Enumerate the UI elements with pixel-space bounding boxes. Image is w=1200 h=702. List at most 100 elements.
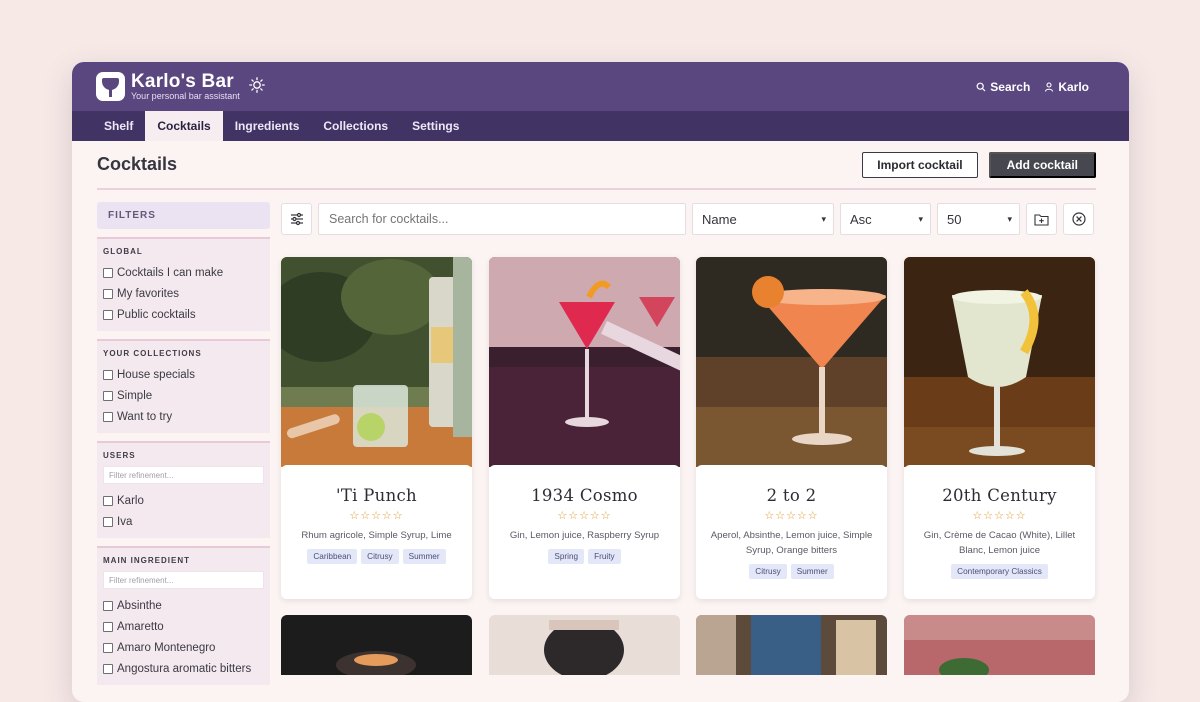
filters-heading[interactable]: FILTERS: [97, 202, 270, 229]
filter-group-title: GLOBAL: [103, 247, 143, 256]
card-body: 'Ti Punch ☆☆☆☆☆ Rhum agricole, Simple Sy…: [281, 465, 472, 599]
tag-badge[interactable]: Caribbean: [307, 549, 358, 564]
filter-group-title: USERS: [103, 451, 136, 460]
ingredient-list: Gin, Lemon juice, Raspberry Syrup: [509, 530, 660, 541]
tag-badge[interactable]: Citrusy: [749, 564, 787, 579]
tag-badge[interactable]: Fruity: [588, 549, 621, 564]
filter-option-label: My favorites: [117, 287, 179, 300]
filter-group-title: YOUR COLLECTIONS: [103, 349, 202, 358]
filter-toggle-button[interactable]: [281, 203, 312, 235]
rating-stars: ☆☆☆☆☆: [557, 510, 612, 522]
import-cocktail-button[interactable]: Import cocktail: [862, 151, 978, 178]
checkbox[interactable]: [103, 309, 113, 320]
cocktail-image: [904, 257, 1095, 467]
checkbox[interactable]: [103, 267, 113, 278]
users-refinement-input[interactable]: Filter refinement...: [103, 466, 264, 484]
ingredient-list: Gin, Crème de Cacao (White), Lillet Blan…: [923, 530, 1076, 556]
cocktail-name[interactable]: 2 to 2: [696, 486, 887, 505]
ingredient-list: Aperol, Absinthe, Lemon juice, Simple Sy…: [710, 530, 873, 556]
brand: Karlo's Bar Your personal bar assistant: [131, 72, 240, 101]
checkbox[interactable]: [103, 288, 113, 299]
tab-collections[interactable]: Collections: [311, 111, 400, 141]
checkbox[interactable]: [103, 411, 113, 422]
filter-option[interactable]: Simple: [103, 385, 264, 406]
filter-option-label: Absinthe: [117, 599, 162, 612]
filter-option[interactable]: Want to try: [103, 406, 264, 427]
tab-ingredients[interactable]: Ingredients: [223, 111, 312, 141]
per-page-value: 50: [947, 211, 962, 227]
cocktail-card[interactable]: [489, 615, 680, 675]
search-label: Search: [990, 79, 1031, 94]
app-subtitle: Your personal bar assistant: [131, 91, 240, 101]
cocktail-name[interactable]: 20th Century: [904, 486, 1095, 505]
app-title[interactable]: Karlo's Bar: [131, 72, 240, 91]
tag-badge[interactable]: Contemporary Classics: [951, 564, 1048, 579]
checkbox[interactable]: [103, 390, 113, 401]
cocktail-card[interactable]: 1934 Cosmo ☆☆☆☆☆ Gin, Lemon juice, Raspb…: [489, 257, 680, 599]
filter-group-title: MAIN INGREDIENT: [103, 556, 190, 565]
tab-cocktails[interactable]: Cocktails: [145, 111, 223, 141]
checkbox[interactable]: [103, 642, 113, 653]
filter-option[interactable]: My favorites: [103, 283, 264, 304]
cocktail-image: [696, 257, 887, 467]
filter-option[interactable]: Amaro Montenegro: [103, 637, 264, 658]
clear-filters-button[interactable]: [1063, 203, 1094, 235]
cocktail-card[interactable]: 20th Century ☆☆☆☆☆ Gin, Crème de Cacao (…: [904, 257, 1095, 599]
sliders-icon: [290, 212, 303, 226]
top-bar: Karlo's Bar Your personal bar assistant …: [72, 62, 1129, 111]
search-icon: [976, 82, 986, 91]
checkbox[interactable]: [103, 516, 113, 527]
cocktail-card[interactable]: [904, 615, 1095, 675]
cocktail-image: [489, 615, 680, 675]
checkbox[interactable]: [103, 600, 113, 611]
cocktail-image: [281, 257, 472, 467]
filter-option[interactable]: Karlo: [103, 490, 264, 511]
cocktail-card[interactable]: 2 to 2 ☆☆☆☆☆ Aperol, Absinthe, Lemon jui…: [696, 257, 887, 599]
tag-badge[interactable]: Summer: [402, 549, 446, 564]
add-cocktail-button[interactable]: Add cocktail: [988, 151, 1096, 178]
cocktail-toolbar: Name ▾ Asc ▾ 50 ▾: [281, 203, 1096, 235]
search-input[interactable]: [318, 203, 686, 235]
filter-option-label: Karlo: [117, 494, 144, 507]
page-header: Cocktails Import cocktail Add cocktail: [97, 141, 1096, 190]
filter-option[interactable]: Absinthe: [103, 595, 264, 616]
ingredient-list: Rhum agricole, Simple Syrup, Lime: [301, 530, 452, 541]
checkbox[interactable]: [103, 621, 113, 632]
rating-stars: ☆☆☆☆☆: [972, 510, 1027, 522]
filter-group-global: GLOBAL Cocktails I can make My favorites…: [97, 237, 270, 331]
card-body: 20th Century ☆☆☆☆☆ Gin, Crème de Cacao (…: [904, 465, 1095, 599]
filter-option-label: Simple: [117, 389, 153, 402]
tag-badge[interactable]: Citrusy: [361, 549, 399, 564]
page-title: Cocktails: [97, 154, 178, 174]
user-link[interactable]: Karlo: [1044, 80, 1089, 94]
tab-settings[interactable]: Settings: [400, 111, 471, 141]
sort-field-select[interactable]: Name ▾: [692, 203, 834, 235]
cocktail-card[interactable]: [281, 615, 472, 675]
add-to-collection-button[interactable]: [1026, 203, 1057, 235]
rating-stars: ☆☆☆☆☆: [764, 510, 819, 522]
cocktail-card[interactable]: 'Ti Punch ☆☆☆☆☆ Rhum agricole, Simple Sy…: [281, 257, 472, 599]
filter-option[interactable]: Amaretto: [103, 616, 264, 637]
logo-icon[interactable]: [96, 72, 125, 101]
filter-option[interactable]: Cocktails I can make: [103, 262, 264, 283]
search-link[interactable]: Search: [976, 80, 1030, 94]
checkbox[interactable]: [103, 369, 113, 380]
chevron-down-icon: ▾: [1007, 213, 1012, 224]
cocktail-card[interactable]: [696, 615, 887, 675]
cocktail-image: [696, 615, 887, 675]
filter-option[interactable]: Iva: [103, 511, 264, 532]
per-page-select[interactable]: 50 ▾: [937, 203, 1020, 235]
checkbox[interactable]: [103, 495, 113, 506]
tag-badge[interactable]: Summer: [790, 564, 834, 579]
cocktail-name[interactable]: 'Ti Punch: [281, 486, 472, 505]
ingredient-refinement-input[interactable]: Filter refinement...: [103, 571, 264, 589]
sun-icon[interactable]: [248, 76, 265, 93]
filter-option-label: Public cocktails: [117, 308, 196, 321]
cocktail-name[interactable]: 1934 Cosmo: [489, 486, 680, 505]
filter-option-label: Want to try: [117, 410, 173, 423]
tag-badge[interactable]: Spring: [548, 549, 585, 564]
filter-option[interactable]: Public cocktails: [103, 304, 264, 325]
tab-shelf[interactable]: Shelf: [92, 111, 145, 141]
filter-option[interactable]: House specials: [103, 364, 264, 385]
sort-order-select[interactable]: Asc ▾: [840, 203, 931, 235]
